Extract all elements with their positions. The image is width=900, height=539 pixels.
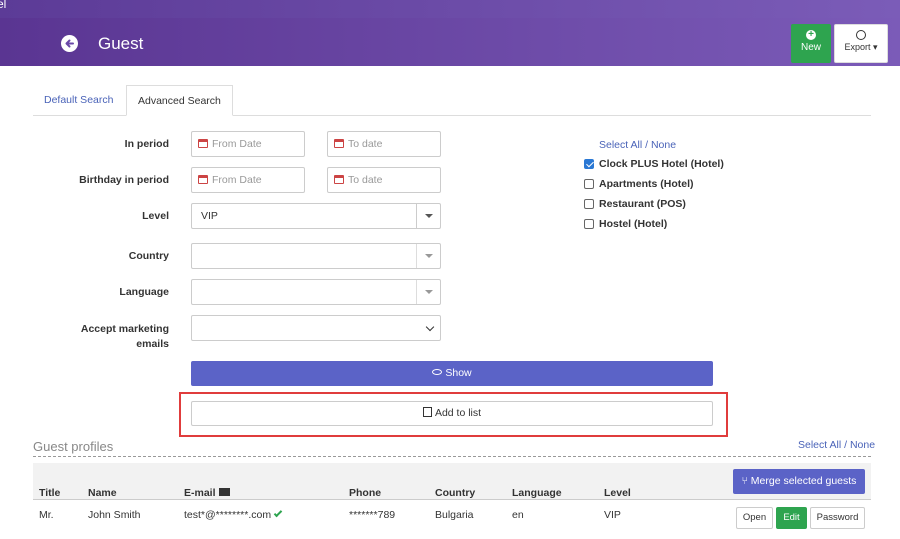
birthday-to-placeholder: To date	[348, 174, 383, 186]
column-header-level: Level	[604, 487, 631, 499]
export-caret-icon: ▾	[873, 42, 878, 52]
plus-circle-icon: +	[806, 30, 816, 40]
check-icon	[273, 508, 283, 518]
caret-down-icon	[425, 214, 433, 218]
column-header-email: E-mail	[184, 487, 230, 499]
checkbox-label-apartments: Apartments (Hotel)	[599, 178, 694, 190]
merge-selected-guests-button[interactable]: ⑂ Merge selected guests	[733, 469, 865, 494]
chevron-down-icon	[425, 322, 435, 332]
column-header-email-label: E-mail	[184, 487, 216, 499]
accept-marketing-label-line1: Accept marketing	[80, 323, 169, 335]
checkbox-apartments[interactable]	[584, 179, 594, 189]
checkbox-label-hostel: Hostel (Hotel)	[599, 218, 668, 230]
accept-marketing-label: Accept marketing emails	[39, 322, 169, 352]
window-title-fragment: el	[0, 0, 7, 11]
tab-default-search[interactable]: Default Search	[33, 85, 124, 116]
row-level: VIP	[604, 509, 621, 521]
caret-down-icon	[425, 254, 433, 258]
section-divider	[33, 456, 871, 457]
caret-down-icon	[425, 290, 433, 294]
checkbox-hostel[interactable]	[584, 219, 594, 229]
row-country: Bulgaria	[435, 509, 474, 521]
new-button[interactable]: + New	[791, 24, 831, 63]
properties-select-all-none: Select All / None	[599, 139, 676, 151]
birthday-from-placeholder: From Date	[212, 174, 262, 186]
show-button[interactable]: Show	[191, 361, 713, 386]
language-label: Language	[119, 286, 169, 298]
in-period-from-placeholder: From Date	[212, 138, 262, 150]
checkbox-label-clock-plus-hotel: Clock PLUS Hotel (Hotel)	[599, 158, 724, 170]
merge-icon: ⑂	[741, 475, 751, 487]
back-arrow-icon[interactable]	[61, 35, 78, 52]
list-icon	[422, 407, 432, 418]
column-header-country: Country	[435, 487, 476, 499]
search-tabs: Default Search Advanced Search	[33, 85, 871, 116]
download-icon	[856, 30, 866, 40]
checkbox-restaurant[interactable]	[584, 199, 594, 209]
language-select[interactable]	[191, 279, 441, 305]
row-email: test*@********.com	[184, 508, 283, 521]
country-select[interactable]	[191, 243, 441, 269]
tab-advanced-search[interactable]: Advanced Search	[126, 85, 233, 116]
password-button[interactable]: Password	[810, 507, 865, 529]
properties-none-link[interactable]: None	[651, 139, 676, 151]
country-label: Country	[128, 250, 169, 262]
new-button-label: New	[800, 42, 821, 53]
in-period-label: In period	[124, 138, 169, 150]
country-dropdown-toggle[interactable]	[416, 244, 440, 268]
checkbox-label-restaurant: Restaurant (POS)	[599, 198, 686, 210]
profiles-none-link[interactable]: None	[850, 439, 875, 451]
column-header-name: Name	[88, 487, 117, 499]
language-dropdown-toggle[interactable]	[416, 280, 440, 304]
row-title: Mr.	[39, 509, 54, 521]
profiles-select-all-none: Select All / None	[798, 439, 875, 451]
merge-button-label: Merge selected guests	[750, 475, 857, 487]
open-button[interactable]: Open	[736, 507, 773, 529]
level-label: Level	[142, 210, 169, 222]
page-header: Guest + New Export ▾	[0, 18, 900, 66]
export-button-label: Export	[844, 42, 871, 52]
in-period-to-input[interactable]: To date	[327, 131, 441, 157]
row-phone: *******789	[349, 509, 396, 521]
level-value: VIP	[201, 210, 218, 222]
checkbox-clock-plus-hotel[interactable]	[584, 159, 594, 169]
calendar-icon	[198, 138, 208, 148]
export-button[interactable]: Export ▾	[834, 24, 888, 63]
in-period-to-placeholder: To date	[348, 138, 383, 150]
profiles-select-all-link[interactable]: Select All	[798, 439, 841, 451]
add-to-list-label: Add to list	[434, 407, 482, 419]
level-dropdown-toggle[interactable]	[416, 204, 440, 228]
column-header-phone: Phone	[349, 487, 382, 499]
window-top-strip: el	[0, 0, 900, 18]
properties-separator: /	[645, 139, 649, 151]
properties-select-all-link[interactable]: Select All	[599, 139, 642, 151]
guest-profiles-title: Guest profiles	[33, 439, 114, 454]
envelope-icon	[218, 488, 230, 497]
calendar-icon	[334, 138, 344, 148]
row-name: John Smith	[88, 509, 141, 521]
birthday-from-input[interactable]: From Date	[191, 167, 305, 193]
birthday-label: Birthday in period	[79, 174, 169, 186]
calendar-icon	[198, 174, 208, 184]
row-email-value: test*@********.com	[184, 509, 272, 521]
calendar-icon	[334, 174, 344, 184]
show-button-label: Show	[445, 367, 472, 379]
profiles-separator: /	[844, 439, 848, 451]
accept-marketing-label-line2: emails	[136, 338, 169, 350]
add-to-list-button[interactable]: Add to list	[191, 401, 713, 426]
row-language: en	[512, 509, 524, 521]
column-header-language: Language	[512, 487, 562, 499]
edit-button[interactable]: Edit	[776, 507, 807, 529]
accept-marketing-select[interactable]	[191, 315, 441, 341]
level-select[interactable]: VIP	[191, 203, 441, 229]
eye-icon	[432, 369, 443, 376]
birthday-to-input[interactable]: To date	[327, 167, 441, 193]
page-title: Guest	[98, 34, 144, 53]
in-period-from-input[interactable]: From Date	[191, 131, 305, 157]
column-header-title: Title	[39, 487, 61, 499]
